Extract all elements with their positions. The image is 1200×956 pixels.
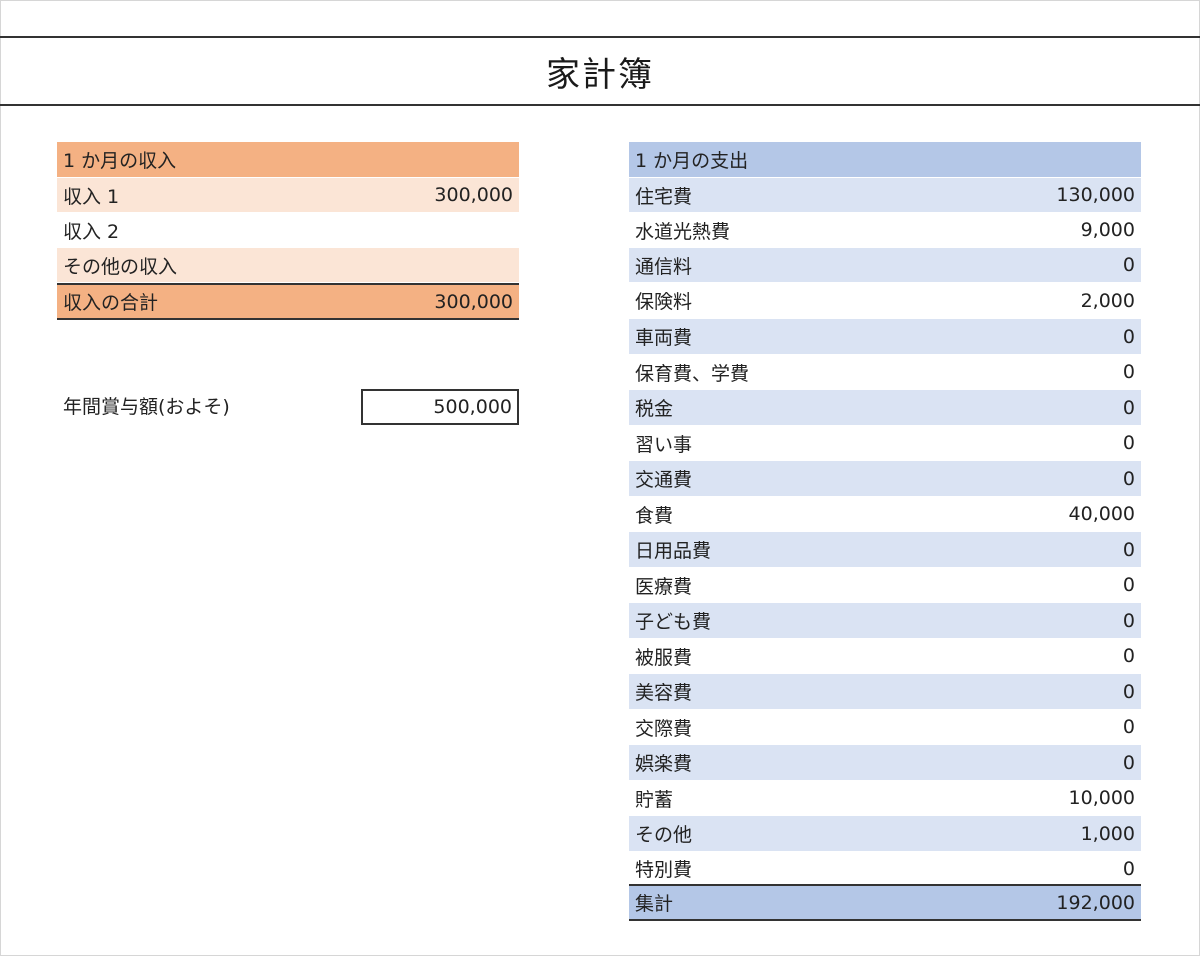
expense-row[interactable]: その他 1,000 <box>629 816 1141 851</box>
income-total-row: 収入の合計 300,000 <box>57 283 519 320</box>
expense-row-value[interactable]: 0 <box>1123 681 1135 703</box>
expense-row-value[interactable]: 0 <box>1123 610 1135 632</box>
expense-row-value[interactable]: 130,000 <box>1056 184 1135 206</box>
income-row-label: 収入 2 <box>63 220 120 243</box>
expense-row-label: 住宅費 <box>635 185 693 208</box>
expense-row-label: 交通費 <box>635 469 693 491</box>
expense-row-label: 特別費 <box>635 859 693 881</box>
expense-header-label: 1 か月の支出 <box>635 150 749 172</box>
expense-row-label: 医療費 <box>635 575 693 598</box>
expense-row-value[interactable]: 0 <box>1123 645 1135 667</box>
expense-row-label: 日用品費 <box>635 540 712 562</box>
expense-row[interactable]: 娯楽費 0 <box>629 745 1141 780</box>
expense-row-value[interactable]: 0 <box>1123 858 1135 880</box>
bonus-value: 500,000 <box>433 396 512 418</box>
expense-row-value[interactable]: 40,000 <box>1069 503 1135 525</box>
expense-row-label: 保育費、学費 <box>635 362 750 385</box>
expense-row-value[interactable]: 1,000 <box>1081 823 1135 845</box>
expense-row[interactable]: 特別費 0 <box>629 852 1141 885</box>
expense-row-value[interactable]: 0 <box>1123 539 1135 561</box>
expense-row-value[interactable]: 0 <box>1123 326 1135 348</box>
expense-row[interactable]: 水道光熱費 9,000 <box>629 213 1141 247</box>
income-row-label: 収入 1 <box>63 185 120 208</box>
income-row-label: その他の収入 <box>63 255 178 278</box>
expense-row-value[interactable]: 9,000 <box>1081 219 1135 241</box>
expense-row-label: 娯楽費 <box>635 753 693 775</box>
expense-row-label: 通信料 <box>635 255 693 278</box>
expense-row[interactable]: 交際費 0 <box>629 710 1141 744</box>
income-row-2[interactable]: 収入 2 <box>57 213 519 247</box>
expense-row-label: 子ども費 <box>635 611 712 633</box>
page-title: 家計簿 <box>546 54 654 95</box>
income-header-row: 1 か月の収入 <box>57 142 519 177</box>
expense-row-value[interactable]: 0 <box>1123 752 1135 774</box>
expense-row-label: 食費 <box>635 504 674 527</box>
expense-row-label: 被服費 <box>635 646 693 669</box>
expense-row-label: その他 <box>635 824 693 846</box>
income-total-label: 収入の合計 <box>63 292 159 314</box>
expense-row[interactable]: 食費 40,000 <box>629 497 1141 531</box>
bonus-label: 年間賞与額(およそ) <box>63 396 230 418</box>
expense-row[interactable]: 医療費 0 <box>629 568 1141 602</box>
expense-row-value[interactable]: 0 <box>1123 361 1135 383</box>
expense-row-label: 車両費 <box>635 327 693 349</box>
expense-row-value[interactable]: 0 <box>1123 254 1135 276</box>
expense-row[interactable]: 貯蓄 10,000 <box>629 781 1141 815</box>
expense-total-value: 192,000 <box>1056 891 1135 914</box>
expense-total-row: 集計 192,000 <box>629 884 1141 921</box>
title-bar: 家計簿 <box>0 36 1200 106</box>
expense-row[interactable]: 交通費 0 <box>629 461 1141 496</box>
expense-row[interactable]: 保険料 2,000 <box>629 283 1141 318</box>
expense-row[interactable]: 住宅費 130,000 <box>629 178 1141 212</box>
expense-row-value[interactable]: 0 <box>1123 468 1135 490</box>
expense-row[interactable]: 美容費 0 <box>629 674 1141 709</box>
expense-row[interactable]: 被服費 0 <box>629 639 1141 673</box>
expense-row-value[interactable]: 0 <box>1123 432 1135 454</box>
expense-row-value[interactable]: 0 <box>1123 397 1135 419</box>
expense-row[interactable]: 保育費、学費 0 <box>629 355 1141 389</box>
expense-row-value[interactable]: 0 <box>1123 716 1135 738</box>
income-header-label: 1 か月の収入 <box>63 150 177 172</box>
expense-row-value[interactable]: 0 <box>1123 574 1135 596</box>
expense-row-label: 税金 <box>635 398 674 420</box>
expense-row[interactable]: 日用品費 0 <box>629 532 1141 567</box>
expense-row[interactable]: 子ども費 0 <box>629 603 1141 638</box>
income-row-value[interactable]: 300,000 <box>434 184 513 206</box>
expense-header-row: 1 か月の支出 <box>629 142 1141 177</box>
expense-row-label: 保険料 <box>635 291 693 313</box>
bonus-input[interactable]: 500,000 <box>361 389 519 425</box>
expense-row[interactable]: 車両費 0 <box>629 319 1141 354</box>
expense-total-label: 集計 <box>635 893 674 915</box>
expense-row-label: 貯蓄 <box>635 788 674 811</box>
income-total-value: 300,000 <box>434 290 513 313</box>
expense-row[interactable]: 税金 0 <box>629 390 1141 425</box>
expense-row[interactable]: 習い事 0 <box>629 426 1141 460</box>
income-row-1[interactable]: 収入 1 300,000 <box>57 178 519 212</box>
expense-row-label: 習い事 <box>635 433 693 456</box>
income-row-3[interactable]: その他の収入 <box>57 248 519 282</box>
expense-row-value[interactable]: 10,000 <box>1069 787 1135 809</box>
expense-row-label: 水道光熱費 <box>635 220 731 243</box>
expense-row-label: 美容費 <box>635 682 693 704</box>
expense-row-label: 交際費 <box>635 717 693 740</box>
expense-row[interactable]: 通信料 0 <box>629 248 1141 282</box>
expense-row-value[interactable]: 2,000 <box>1081 290 1135 312</box>
